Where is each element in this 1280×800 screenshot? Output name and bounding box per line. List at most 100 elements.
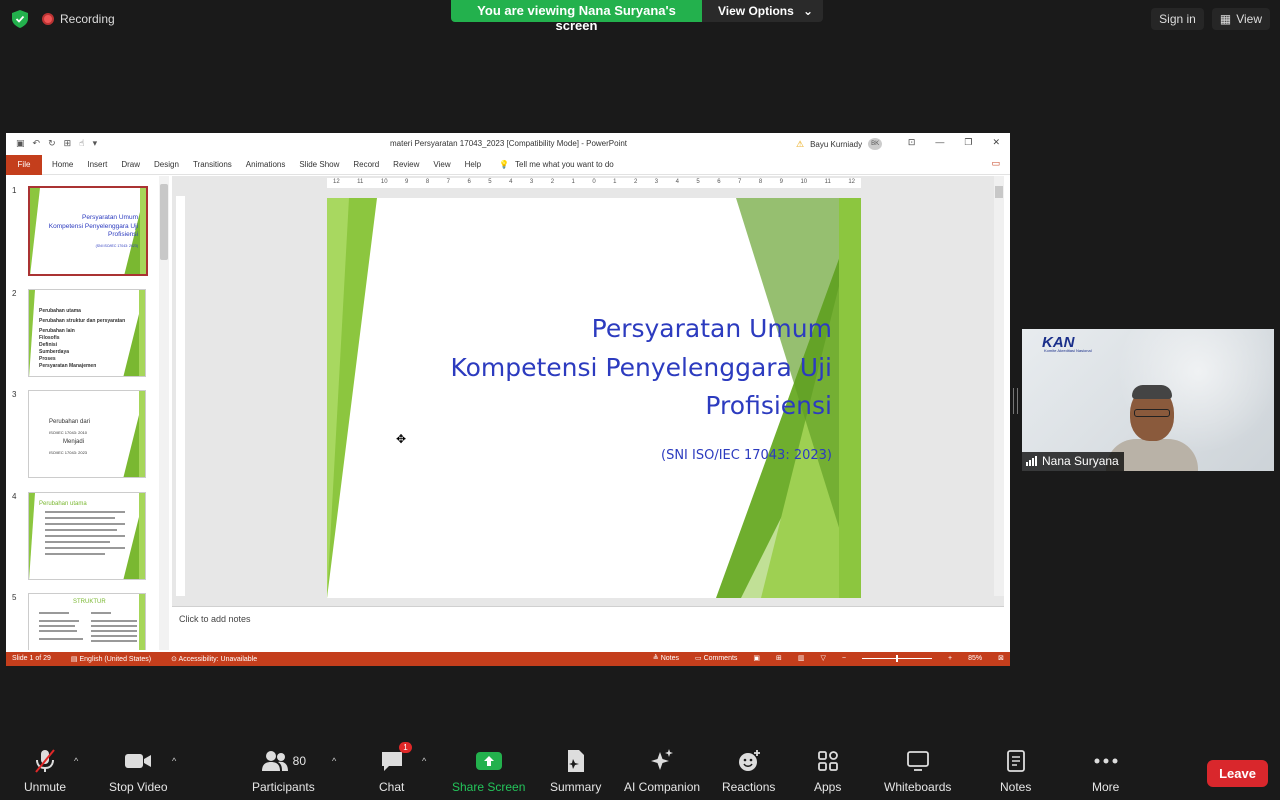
ribbon-display-icon[interactable]: ⊡ (908, 137, 916, 148)
participants-label: Participants (252, 780, 315, 794)
slide-title[interactable]: Persyaratan Umum Kompetensi Penyelenggar… (450, 310, 832, 426)
fit-to-window-icon[interactable]: ⊠ (998, 654, 1004, 662)
chevron-down-icon: ⌄ (802, 4, 813, 18)
chat-button[interactable]: 1 Chat (379, 742, 412, 794)
zoom-level[interactable]: 85% (968, 655, 982, 662)
slide-thumbnail[interactable]: STRUKTUR (28, 593, 146, 650)
apps-button[interactable]: Apps (814, 748, 841, 794)
restore-icon[interactable]: ❐ (964, 137, 972, 148)
chat-unread-badge: 1 (399, 742, 412, 753)
language-indicator[interactable]: ▤ English (United States) (71, 655, 151, 663)
tell-me-search[interactable]: 💡 Tell me what you want to do (499, 160, 614, 169)
slide-thumbnail[interactable]: Persyaratan Umum Kompetensi Penyelenggar… (28, 186, 148, 276)
sign-in-button[interactable]: Sign in (1151, 8, 1204, 30)
shield-icon[interactable] (12, 10, 28, 28)
leave-button[interactable]: Leave (1207, 760, 1268, 787)
chat-options-caret[interactable]: ^ (422, 756, 426, 766)
slide-thumbnails-pane: 1 Persyaratan Umum Kompetensi Penyelengg… (6, 176, 164, 650)
audio-options-caret[interactable]: ^ (74, 756, 78, 766)
recording-indicator[interactable]: Recording (42, 12, 115, 26)
comments-toggle[interactable]: ▭ Comments (695, 654, 737, 662)
slide-show-icon[interactable]: ▽ (821, 654, 826, 662)
undo-icon[interactable]: ↶ (33, 138, 41, 149)
editor-scrollbar[interactable] (994, 176, 1004, 596)
tab-record[interactable]: Record (353, 160, 379, 169)
thumbnail-row[interactable]: 5 STRUKTUR (12, 593, 146, 650)
kan-logo-subtitle: Komite Akreditasi Nasional (1044, 348, 1092, 353)
normal-view-icon[interactable]: ▣ (753, 654, 760, 662)
tell-me-label: Tell me what you want to do (515, 160, 614, 169)
tab-review[interactable]: Review (393, 160, 419, 169)
minimize-icon[interactable]: — (935, 137, 944, 148)
tab-design[interactable]: Design (154, 160, 179, 169)
reading-view-icon[interactable]: ▥ (798, 654, 805, 662)
zoom-out-icon[interactable]: − (842, 655, 846, 662)
scrollbar-thumb[interactable] (160, 184, 168, 260)
scrollbar-thumb[interactable] (995, 186, 1003, 198)
whiteboard-icon (906, 751, 929, 771)
comments-icon[interactable]: ▭ (991, 158, 1000, 169)
slide-canvas[interactable]: Persyaratan Umum Kompetensi Penyelenggar… (327, 198, 861, 598)
slide-thumbnail[interactable]: Perubahan utama Perubahan struktur dan p… (28, 289, 146, 377)
save-icon[interactable]: ▣ (16, 138, 25, 149)
stop-video-button[interactable]: Stop Video (109, 748, 168, 794)
thumbnails-scrollbar[interactable] (159, 176, 169, 650)
redo-icon[interactable]: ↻ (48, 138, 56, 149)
participants-button[interactable]: 80 Participants (252, 748, 315, 794)
share-screen-button[interactable]: Share Screen (452, 748, 525, 794)
horizontal-ruler: 12 11 10 9 8 7 6 5 4 3 2 1 0 1 2 3 4 5 6 7 8 9 10 11 12 (327, 178, 861, 188)
participants-icon (261, 751, 288, 771)
tab-animations[interactable]: Animations (246, 160, 286, 169)
thumbnail-row[interactable]: 2 Perubahan utama Perubahan struktur dan… (12, 289, 146, 377)
notes-pane[interactable]: Click to add notes (172, 606, 1004, 650)
more-button[interactable]: More (1092, 748, 1119, 794)
thumbnail-heading: Perubahan utama (39, 501, 87, 507)
view-button[interactable]: ▦ View (1211, 8, 1270, 30)
view-label: View (1236, 12, 1262, 26)
tab-view[interactable]: View (433, 160, 450, 169)
whiteboards-button[interactable]: Whiteboards (884, 748, 951, 794)
reactions-button[interactable]: Reactions (722, 748, 775, 794)
tab-slide-show[interactable]: Slide Show (299, 160, 339, 169)
user-name: Bayu Kurniady (810, 139, 863, 149)
notes-button[interactable]: Notes (1000, 748, 1031, 794)
slide-thumbnail[interactable]: Perubahan dari ISO/IEC 17043: 2010 Menja… (28, 390, 146, 478)
thumbnail-text: Perubahan dari ISO/IEC 17043: 2010 Menja… (49, 419, 91, 455)
microphone-muted-icon (35, 749, 55, 773)
slide-sorter-icon[interactable]: ⊞ (776, 654, 782, 662)
tab-file[interactable]: File (6, 154, 42, 175)
ai-sparkle-icon (651, 749, 674, 770)
zoom-in-icon[interactable]: + (948, 655, 952, 662)
notes-toggle[interactable]: ≜ Notes (653, 654, 679, 662)
video-camera-icon (125, 754, 152, 768)
close-icon[interactable]: ✕ (992, 137, 1000, 148)
panel-splitter[interactable] (1013, 388, 1018, 414)
thumbnail-row[interactable]: 1 Persyaratan Umum Kompetensi Penyelengg… (12, 186, 148, 276)
tab-help[interactable]: Help (465, 160, 481, 169)
zoom-slider[interactable] (862, 654, 933, 662)
accessibility-indicator[interactable]: ⊙ Accessibility: Unavailable (171, 655, 257, 663)
start-from-beginning-icon[interactable]: ⊞ (64, 138, 72, 149)
tab-draw[interactable]: Draw (121, 160, 140, 169)
summary-document-icon (567, 750, 584, 772)
slide-editor: 12 11 10 9 8 7 6 5 4 3 2 1 0 1 2 3 4 5 6 7 8 9 10 11 12 Persyara… (172, 176, 1004, 606)
slide-thumbnail[interactable]: Perubahan utama (28, 492, 146, 580)
participants-options-caret[interactable]: ^ (332, 756, 336, 766)
touch-mode-icon[interactable]: ☝ (79, 138, 84, 149)
view-options-button[interactable]: View Options ⌄ (702, 0, 823, 22)
thumbnail-row[interactable]: 3 Perubahan dari ISO/IEC 17043: 2010 Men… (12, 390, 146, 478)
participant-figure (1106, 385, 1198, 471)
participant-video-tile[interactable]: KAN Komite Akreditasi Nasional Nana Sury… (1022, 329, 1274, 471)
ai-companion-button[interactable]: AI Companion (624, 748, 700, 794)
tab-insert[interactable]: Insert (87, 160, 107, 169)
vertical-ruler (176, 196, 185, 596)
thumbnail-row[interactable]: 4 Perubahan utama (12, 492, 146, 580)
tab-transitions[interactable]: Transitions (193, 160, 232, 169)
video-options-caret[interactable]: ^ (172, 756, 176, 766)
tab-home[interactable]: Home (52, 160, 73, 169)
summary-button[interactable]: Summary (550, 748, 601, 794)
customize-qat-icon[interactable]: ▾ (93, 138, 98, 149)
unmute-button[interactable]: Unmute (24, 748, 66, 794)
slide-subtitle[interactable]: (SNI ISO/IEC 17043: 2023) (661, 448, 832, 463)
user-account[interactable]: ⚠ Bayu Kurniady BK (796, 138, 883, 150)
